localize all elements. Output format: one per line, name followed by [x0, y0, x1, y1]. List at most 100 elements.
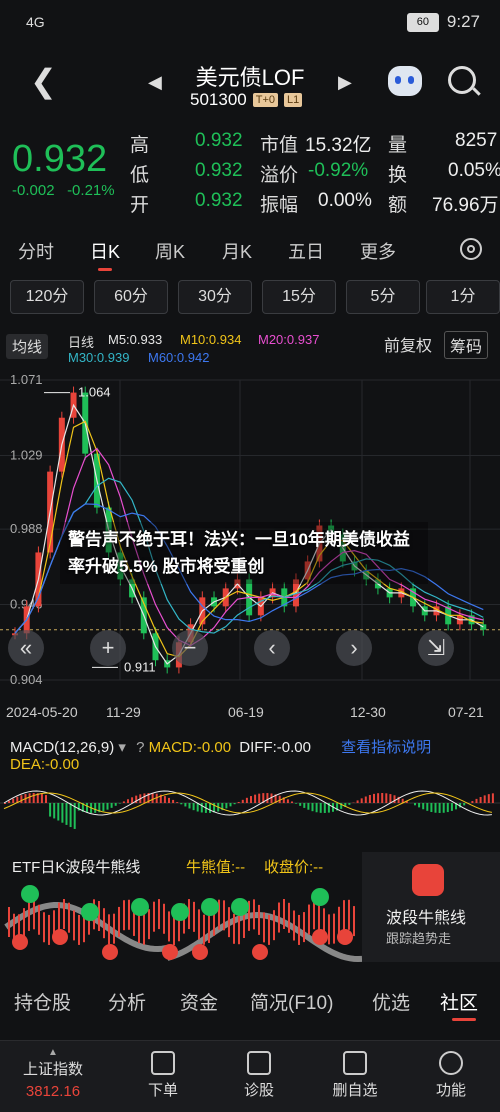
macd-bar — [488, 794, 490, 803]
rewind-icon[interactable]: « — [8, 630, 44, 666]
tab-community[interactable]: 社区 — [440, 988, 478, 1015]
search-icon[interactable] — [448, 66, 476, 94]
macd-bar — [168, 798, 170, 803]
macd-bar — [291, 801, 293, 803]
period-120m[interactable]: 120分 — [10, 280, 84, 314]
bottom-section-tabs: 持仓股 分析 资金 简况(F10) 优选 社区 — [0, 972, 500, 1028]
index-ticker[interactable]: ▲ 上证指数 3812.16 — [18, 1047, 88, 1100]
change-abs: -0.002 — [12, 182, 55, 199]
label-turnover: 换 — [388, 160, 407, 187]
period-60m[interactable]: 60分 — [94, 280, 168, 314]
macd-bar — [201, 803, 203, 812]
etf-title[interactable]: ETF日K波段牛熊线 — [12, 856, 140, 877]
macd-title[interactable]: MACD(12,26,9) — [10, 739, 114, 756]
bull-marker — [201, 898, 219, 916]
ma-selector[interactable]: 均线 — [6, 334, 48, 359]
current-price: 0.932 — [12, 138, 107, 181]
macd-bar — [45, 795, 47, 803]
diagnose-icon — [247, 1051, 271, 1075]
period-15m[interactable]: 15分 — [262, 280, 336, 314]
tab-monthly-k[interactable]: 月K — [222, 238, 252, 264]
macd-bar — [119, 803, 121, 804]
chips-button[interactable]: 筹码 — [444, 331, 488, 359]
period-5m[interactable]: 5分 — [346, 280, 420, 314]
tab-analysis[interactable]: 分析 — [108, 988, 146, 1015]
macd-bar — [476, 799, 478, 803]
wave-bar — [103, 908, 105, 938]
value-open: 0.932 — [195, 190, 243, 212]
period-1m[interactable]: 1分 — [426, 280, 500, 314]
robot-assistant-icon[interactable] — [388, 66, 422, 96]
macd-bar — [189, 803, 191, 808]
footer-order-button[interactable]: 下单 — [128, 1051, 198, 1100]
chevron-up-icon: ▲ — [18, 1047, 88, 1058]
macd-bar — [57, 803, 59, 820]
macd-bar — [8, 801, 10, 803]
macd-bar — [29, 793, 31, 803]
footer-diagnose-button[interactable]: 诊股 — [224, 1051, 294, 1100]
footer-functions-button[interactable]: 功能 — [416, 1051, 486, 1100]
bull-marker — [21, 885, 39, 903]
macd-bar — [111, 803, 113, 808]
bear-marker — [192, 944, 208, 960]
macd-bar — [430, 803, 432, 812]
fullscreen-icon[interactable]: ⇲ — [418, 630, 454, 666]
bull-marker — [231, 898, 249, 916]
wave-bar — [68, 903, 70, 933]
macd-bar — [258, 794, 260, 803]
wave-bar — [23, 908, 25, 938]
period-30m[interactable]: 30分 — [178, 280, 252, 314]
chevron-right-icon[interactable]: › — [336, 630, 372, 666]
macd-bar — [250, 796, 252, 803]
gear-icon[interactable] — [460, 238, 482, 260]
battery-icon: 60 — [407, 13, 439, 32]
tab-picks[interactable]: 优选 — [372, 988, 410, 1015]
macd-bar — [246, 798, 248, 803]
wave-bar — [33, 899, 35, 929]
macd-bar — [422, 803, 424, 809]
wave-bar — [268, 915, 270, 945]
wave-bar — [298, 915, 300, 945]
macd-bar — [107, 803, 109, 810]
tab-funds[interactable]: 资金 — [180, 988, 218, 1015]
wave-bar — [158, 899, 160, 929]
macd-bar — [312, 803, 314, 811]
chevron-left-icon[interactable]: ‹ — [254, 630, 290, 666]
wave-bar — [78, 915, 80, 945]
macd-bar — [435, 803, 437, 813]
bear-marker — [162, 944, 178, 960]
footer-remove-fav-button[interactable]: 删自选 — [320, 1051, 390, 1100]
tab-weekly-k[interactable]: 周K — [155, 238, 185, 264]
tab-holdings[interactable]: 持仓股 — [14, 988, 71, 1015]
macd-bar — [41, 794, 43, 803]
tab-profile[interactable]: 简况(F10) — [250, 988, 333, 1015]
x-tick: 06-19 — [228, 704, 264, 720]
zoom-in-icon[interactable]: + — [90, 630, 126, 666]
macd-bar — [164, 796, 166, 803]
fuquan-toggle[interactable]: 前复权 — [384, 332, 432, 356]
footer-functions-label: 功能 — [436, 1082, 466, 1099]
zoom-out-icon[interactable]: − — [172, 630, 208, 666]
menu-icon — [439, 1051, 463, 1075]
wave-bar — [143, 915, 145, 945]
tab-daily-k[interactable]: 日K — [90, 238, 120, 264]
help-icon[interactable]: ? — [136, 739, 144, 756]
macd-bar — [394, 795, 396, 803]
next-stock-icon[interactable]: ▶ — [338, 72, 352, 93]
macd-bar — [443, 803, 445, 813]
bear-marker — [312, 929, 328, 945]
index-name: 上证指数 — [18, 1058, 88, 1079]
ma5-value: M5:0.933 — [108, 332, 162, 347]
macd-value: MACD:-0.00 — [149, 739, 232, 756]
label-premium: 溢价 — [260, 160, 298, 187]
macd-bar — [20, 795, 22, 803]
wave-bar — [293, 910, 295, 940]
index-value: 3812.16 — [18, 1083, 88, 1100]
tab-fenshi[interactable]: 分时 — [18, 238, 54, 264]
tab-more[interactable]: 更多 — [360, 238, 396, 264]
news-headline-overlay[interactable]: 警告声不绝于耳！法兴：一旦10年期美债收益率升破5.5% 股市将受重创 — [60, 522, 428, 584]
y-tick-label: 0.904 — [10, 672, 43, 687]
indicator-help-link[interactable]: 查看指标说明 — [341, 739, 431, 756]
etf-promo-card[interactable]: 波段牛熊线 跟踪趋势走 — [362, 852, 500, 962]
tab-five-day[interactable]: 五日 — [288, 238, 324, 264]
